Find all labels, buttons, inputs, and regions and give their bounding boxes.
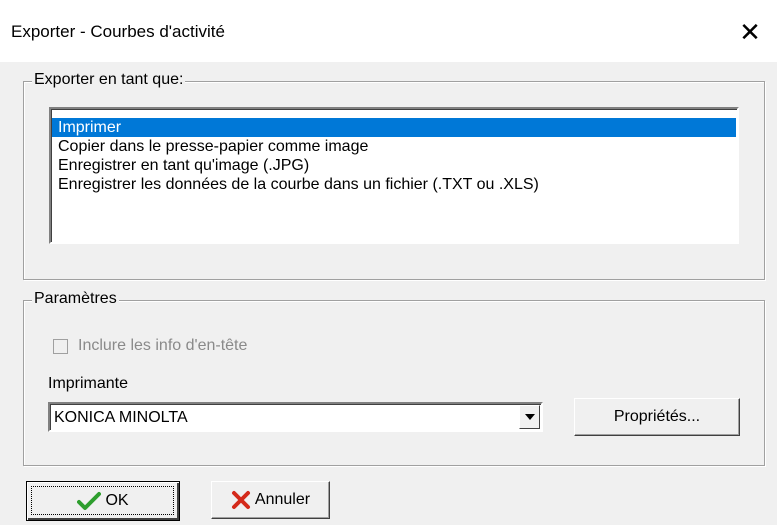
parameters-group: Paramètres	[23, 290, 765, 466]
list-item-save-jpg[interactable]: Enregistrer en tant qu'image (.JPG)	[52, 156, 736, 175]
export-as-legend: Exporter en tant que:	[32, 71, 186, 89]
list-item-print[interactable]: Imprimer	[52, 118, 736, 137]
close-icon: ✕	[739, 17, 761, 47]
window-title: Exporter - Courbes d'activité	[11, 22, 225, 41]
cross-icon	[231, 490, 251, 510]
list-item-copy-clipboard[interactable]: Copier dans le presse-papier comme image	[52, 137, 736, 156]
include-header-label: Inclure les info d'en-tête	[78, 337, 248, 354]
parameters-legend: Paramètres	[32, 290, 119, 308]
ok-button[interactable]: OK	[26, 481, 180, 521]
properties-button-label: Propriétés...	[613, 408, 701, 425]
list-item-save-data[interactable]: Enregistrer les données de la courbe dan…	[52, 175, 736, 194]
dropdown-arrow-button[interactable]	[519, 405, 540, 429]
printer-select[interactable]: KONICA MINOLTA	[48, 402, 543, 432]
chevron-down-icon	[524, 414, 535, 420]
include-header-row: Inclure les info d'en-tête	[53, 337, 247, 355]
properties-button[interactable]: Propriétés...	[574, 398, 740, 436]
export-type-listbox[interactable]: Imprimer Copier dans le presse-papier co…	[49, 107, 739, 244]
title-bar: Exporter - Courbes d'activité ✕	[0, 0, 777, 62]
focus-rectangle	[31, 486, 174, 515]
close-button[interactable]: ✕	[723, 12, 777, 52]
cancel-button[interactable]: Annuler	[211, 481, 330, 519]
printer-label: Imprimante	[48, 375, 129, 392]
printer-select-value: KONICA MINOLTA	[54, 409, 188, 426]
cancel-button-label: Annuler	[254, 491, 311, 508]
include-header-checkbox[interactable]	[53, 338, 68, 354]
